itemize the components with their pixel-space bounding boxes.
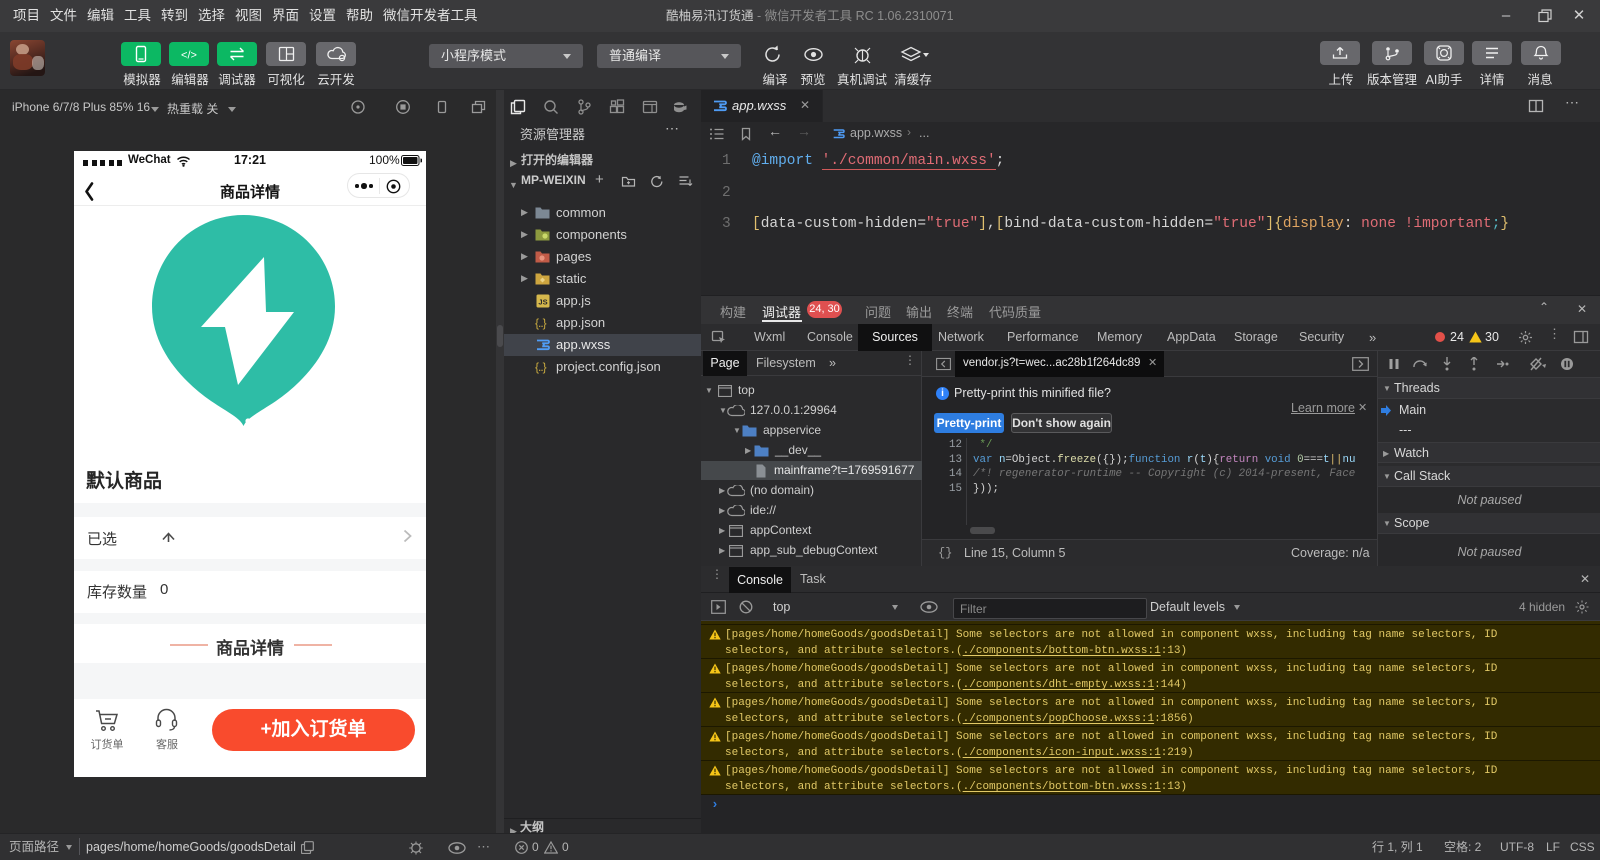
svg-text:</>: </> <box>181 50 197 62</box>
svg-text:JS: JS <box>538 297 547 306</box>
